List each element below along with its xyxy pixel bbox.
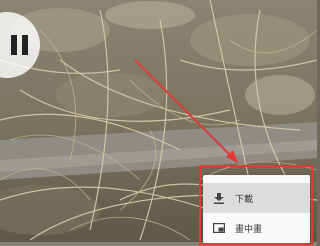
download-icon [213, 192, 225, 204]
menu-item-label: 下載 [235, 194, 254, 205]
context-menu: 下載 畫中畫 [203, 175, 310, 243]
menu-item-download[interactable]: 下載 [203, 183, 310, 213]
menu-item-label: 畫中畫 [235, 224, 263, 235]
picture-in-picture-icon [213, 222, 225, 234]
menu-item-picture-in-picture[interactable]: 畫中畫 [203, 213, 310, 243]
pause-icon [10, 35, 28, 55]
